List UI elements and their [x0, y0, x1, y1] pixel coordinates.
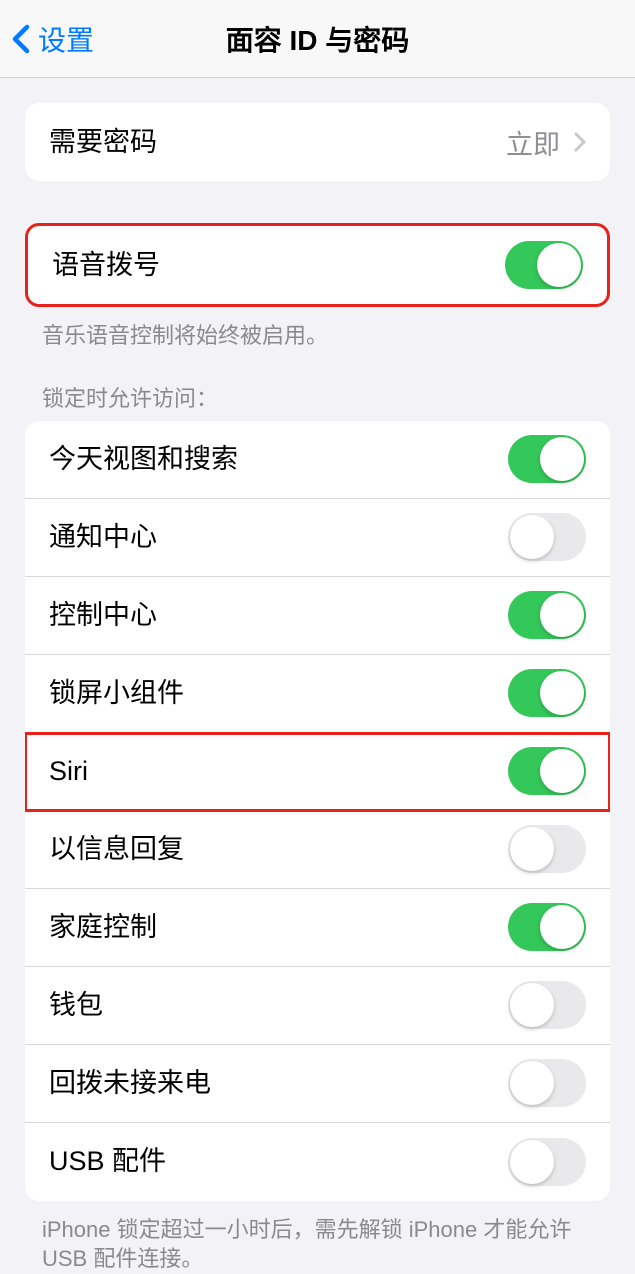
lock-access-toggle[interactable]: [508, 513, 586, 561]
chevron-left-icon: [12, 24, 30, 54]
lock-access-toggle[interactable]: [508, 1138, 586, 1186]
page-title: 面容 ID 与密码: [226, 19, 410, 59]
lock-access-row: Siri: [25, 733, 610, 811]
lock-access-label: 通知中心: [49, 521, 157, 553]
lock-access-group: 今天视图和搜索通知中心控制中心锁屏小组件 Siri 以信息回复家庭控制钱包回拨未接来…: [25, 421, 610, 1201]
lock-access-row: USB 配件: [25, 1123, 610, 1201]
require-passcode-label: 需要密码: [49, 126, 157, 158]
chevron-right-icon: [574, 132, 586, 152]
voice-dial-label: 语音拨号: [52, 249, 160, 281]
lock-access-label: 以信息回复: [49, 833, 184, 865]
voice-dial-row: 语音拨号: [28, 226, 607, 304]
back-button[interactable]: 设置: [0, 19, 94, 59]
lock-access-row: 以信息回复: [25, 811, 610, 889]
lock-access-header: 锁定时允许访问：: [42, 381, 593, 413]
lock-access-row: 锁屏小组件: [25, 655, 610, 733]
back-label: 设置: [38, 19, 94, 59]
lock-access-label: 回拨未接来电: [49, 1067, 211, 1099]
lock-access-label: 控制中心: [49, 599, 157, 631]
lock-access-label: USB 配件: [49, 1145, 166, 1177]
voice-dial-footer: 音乐语音控制将始终被启用。: [42, 321, 593, 351]
lock-access-label: 钱包: [49, 989, 103, 1021]
require-passcode-group: 需要密码 立即: [25, 103, 610, 181]
require-passcode-value: 立即: [506, 123, 560, 162]
voice-dial-toggle[interactable]: [505, 241, 583, 289]
lock-access-row: 家庭控制: [25, 889, 610, 967]
navigation-bar: 设置 面容 ID 与密码: [0, 0, 635, 78]
lock-access-toggle[interactable]: [508, 825, 586, 873]
lock-access-toggle[interactable]: [508, 591, 586, 639]
lock-access-toggle[interactable]: [508, 981, 586, 1029]
lock-access-label: Siri: [49, 755, 88, 787]
voice-dial-group: 语音拨号: [25, 223, 610, 307]
lock-access-toggle[interactable]: [508, 435, 586, 483]
lock-access-label: 锁屏小组件: [49, 677, 184, 709]
lock-access-footer: iPhone 锁定超过一小时后，需先解锁 iPhone 才能允许 USB 配件连…: [42, 1215, 593, 1274]
lock-access-row: 控制中心: [25, 577, 610, 655]
lock-access-toggle[interactable]: [508, 747, 586, 795]
lock-access-row: 今天视图和搜索: [25, 421, 610, 499]
lock-access-label: 今天视图和搜索: [49, 443, 238, 475]
lock-access-toggle[interactable]: [508, 903, 586, 951]
lock-access-label: 家庭控制: [49, 911, 157, 943]
lock-access-toggle[interactable]: [508, 1059, 586, 1107]
lock-access-row: 钱包: [25, 967, 610, 1045]
lock-access-row: 回拨未接来电: [25, 1045, 610, 1123]
require-passcode-row[interactable]: 需要密码 立即: [25, 103, 610, 181]
lock-access-toggle[interactable]: [508, 669, 586, 717]
lock-access-row: 通知中心: [25, 499, 610, 577]
